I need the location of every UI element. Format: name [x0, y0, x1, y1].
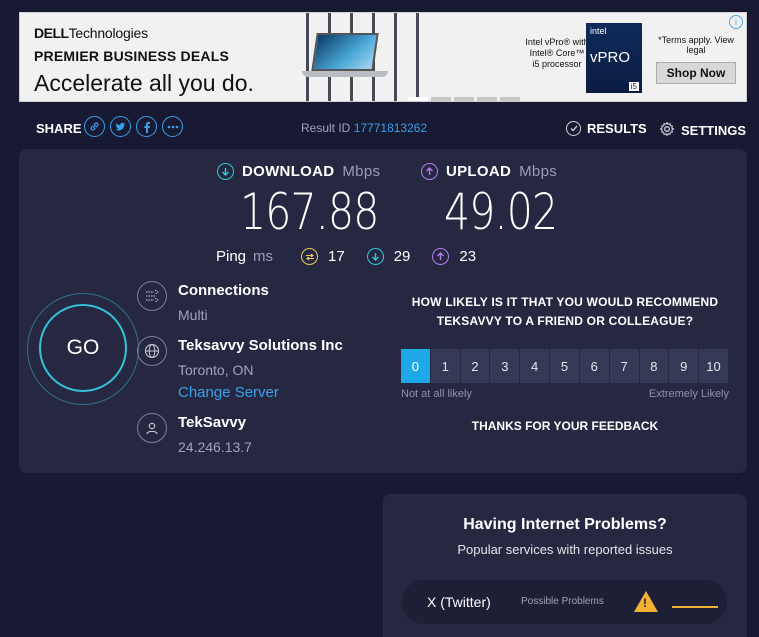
rating-option-1[interactable]: 1 — [430, 349, 461, 383]
upload-label: UPLOAD — [446, 163, 512, 180]
settings-label: SETTINGS — [681, 123, 747, 138]
carousel-dot[interactable] — [500, 97, 520, 101]
upload-arrow-icon — [421, 163, 438, 180]
scale-labels: Not at all likely Extremely Likely — [401, 388, 729, 408]
carousel-dot[interactable] — [431, 97, 451, 101]
ad-tagline: Accelerate all you do. — [34, 70, 254, 96]
twitter-icon[interactable] — [110, 116, 131, 137]
laptop-image — [302, 33, 388, 77]
connections-icon — [137, 281, 167, 311]
rating-scale: 0 1 2 3 4 5 6 7 8 9 10 — [401, 349, 729, 383]
isp-name: TekSavvy — [178, 414, 247, 431]
download-unit: Mbps — [342, 163, 381, 180]
results-card: DOWNLOAD Mbps 167.88 UPLOAD Mbps 49.02 P… — [19, 149, 747, 473]
ping-idle-value: 17 — [328, 248, 345, 265]
rating-option-8[interactable]: 8 — [639, 349, 670, 383]
ping-unit: ms — [253, 248, 274, 265]
go-button[interactable]: GO — [39, 304, 127, 392]
ping-row: Ping ms 17 29 23 — [216, 248, 498, 265]
scale-high-label: Extremely Likely — [648, 388, 729, 400]
survey-question: HOW LIKELY IS IT THAT YOU WOULD RECOMMEN… — [411, 295, 719, 328]
gear-icon — [659, 121, 675, 140]
rating-option-2[interactable]: 2 — [460, 349, 491, 383]
carousel-dot[interactable] — [408, 97, 428, 101]
problems-title: Having Internet Problems? — [463, 516, 667, 533]
ping-download-value: 29 — [393, 248, 411, 265]
carousel-dot[interactable] — [477, 97, 497, 101]
survey-thanks: THANKS FOR YOUR FEEDBACK — [471, 419, 659, 433]
rating-option-5[interactable]: 5 — [550, 349, 580, 383]
download-arrow-icon — [217, 163, 234, 180]
share-label: SHARE — [36, 121, 82, 136]
intel-vpro-badge: intel vPRO i5 — [586, 23, 642, 93]
server-name: Teksavvy Solutions Inc — [178, 337, 343, 354]
connections-title: Connections — [178, 282, 269, 299]
connections-value: Multi — [178, 307, 208, 323]
status-sparkline — [672, 606, 718, 608]
link-icon[interactable] — [84, 116, 105, 137]
download-header: DOWNLOAD Mbps — [217, 163, 380, 180]
service-name: X (Twitter) — [427, 594, 491, 610]
upload-unit: Mbps — [519, 163, 558, 180]
change-server-link[interactable]: Change Server — [178, 384, 279, 401]
settings-button[interactable]: SETTINGS — [659, 121, 746, 140]
ping-label: Ping — [216, 248, 247, 265]
shop-now-button[interactable]: Shop Now — [656, 62, 736, 84]
result-id: Result ID 17771813262 — [301, 121, 428, 135]
server-location: Toronto, ON — [178, 362, 254, 378]
upload-speed: 49.02 — [444, 183, 558, 241]
facebook-icon[interactable] — [136, 116, 157, 137]
ad-vpro-text: Intel vPro® with Intel® Core™ i5 process… — [525, 37, 589, 69]
more-icon[interactable] — [162, 116, 183, 137]
rating-option-10[interactable]: 10 — [699, 349, 729, 383]
share-icons — [84, 116, 183, 137]
user-icon — [137, 413, 167, 443]
carousel-dot[interactable] — [454, 97, 474, 101]
upload-header: UPLOAD Mbps — [421, 163, 557, 180]
rating-option-3[interactable]: 3 — [490, 349, 521, 383]
ad-terms[interactable]: *Terms apply. View legal — [656, 35, 736, 55]
results-toolbar: SHARE Result ID 17771813262 RESULTS SETT… — [36, 116, 747, 140]
ping-idle: 17 — [301, 248, 345, 265]
rating-option-7[interactable]: 7 — [609, 349, 640, 383]
problems-subtitle: Popular services with reported issues — [457, 542, 673, 557]
rating-option-0[interactable]: 0 — [401, 349, 431, 383]
ad-headline: PREMIER BUSINESS DEALS — [34, 48, 229, 64]
dell-logo: DELLTechnologies — [34, 25, 148, 41]
scale-low-label: Not at all likely — [401, 388, 472, 400]
upload-arrow-icon — [432, 248, 450, 265]
problem-service-item[interactable]: X (Twitter) Possible Problems ! — [402, 580, 727, 624]
ping-download: 29 — [366, 248, 411, 265]
nps-survey: HOW LIKELY IS IT THAT YOU WOULD RECOMMEN… — [401, 293, 729, 433]
ad-info-icon[interactable]: i — [729, 15, 743, 29]
globe-icon — [137, 336, 167, 366]
download-arrow-icon — [366, 248, 384, 265]
results-label: RESULTS — [587, 121, 647, 136]
rating-option-4[interactable]: 4 — [520, 349, 551, 383]
check-circle-icon — [566, 121, 581, 136]
download-speed: 167.88 — [240, 183, 379, 241]
ad-banner[interactable]: DELLTechnologies PREMIER BUSINESS DEALS … — [19, 12, 747, 102]
ping-upload-value: 23 — [459, 248, 477, 265]
rating-option-9[interactable]: 9 — [669, 349, 700, 383]
isp-ip: 24.246.13.7 — [178, 439, 252, 455]
warning-icon: ! — [634, 591, 658, 612]
download-label: DOWNLOAD — [242, 163, 335, 180]
internet-problems-card: Having Internet Problems? Popular servic… — [383, 494, 747, 637]
result-id-link[interactable]: 17771813262 — [354, 121, 427, 135]
ping-upload: 23 — [432, 248, 476, 265]
service-status: Possible Problems — [521, 596, 604, 607]
ad-carousel-dots[interactable] — [408, 97, 520, 101]
results-button[interactable]: RESULTS — [566, 121, 647, 136]
rating-option-6[interactable]: 6 — [579, 349, 610, 383]
ping-icon — [301, 248, 319, 265]
